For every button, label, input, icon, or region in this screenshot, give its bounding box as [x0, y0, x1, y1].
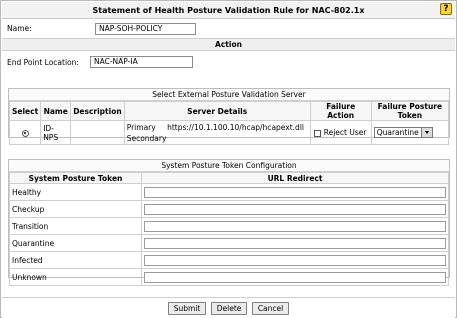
external-server-title: Select External Posture Validation Serve… [9, 89, 449, 101]
url-redirect-input[interactable] [144, 254, 446, 266]
table-row: Transition [9, 217, 449, 235]
posture-rule-window: Statement of Health Posture Validation R… [0, 0, 457, 318]
col-select: Select [8, 101, 42, 121]
table-row: Unknown [9, 268, 449, 286]
token-name: Unknown [9, 268, 142, 286]
table-row: Quarantine [9, 234, 449, 252]
url-redirect-cell [141, 268, 449, 286]
table-row: Healthy [9, 183, 449, 201]
reject-user-checkbox[interactable] [313, 129, 321, 137]
name-label: Name: [7, 24, 32, 33]
submit-button[interactable]: Submit [167, 302, 207, 315]
primary-url: https://10.1.100.10/hcap/hcapext.dll [167, 122, 304, 132]
server-select-radio[interactable] [21, 129, 29, 137]
url-redirect-cell [141, 234, 449, 252]
url-redirect-input[interactable] [144, 186, 446, 198]
window-title: Statement of Health Posture Validation R… [2, 2, 455, 19]
url-redirect-input[interactable] [144, 271, 446, 283]
endpoint-location-input[interactable]: NAC-NAP-IA [90, 56, 193, 68]
failure-action-cell: Reject User [309, 120, 372, 145]
name-input[interactable]: NAP-SOH-POLICY [95, 23, 196, 35]
token-config-section: System Posture Token Configuration Syste… [8, 159, 450, 286]
secondary-label: Secondary [126, 133, 167, 143]
chevron-down-icon [420, 128, 432, 137]
token-name: Checkup [9, 200, 142, 218]
server-name: ID-NPS [40, 120, 72, 145]
footer-bar: Submit Delete Cancel [2, 297, 455, 318]
token-name: Infected [9, 251, 142, 269]
server-details-cell: Primary https://10.1.100.10/hcap/hcapext… [123, 120, 311, 145]
col-system-posture-token: System Posture Token [9, 172, 142, 184]
token-config-table: System Posture Token URL Redirect Health… [9, 172, 449, 286]
col-name: Name [40, 101, 72, 121]
col-server-details: Server Details [123, 101, 311, 121]
url-redirect-input[interactable] [144, 203, 446, 215]
delete-button[interactable]: Delete [210, 302, 248, 315]
col-failure-action: Failure Action [309, 101, 372, 121]
external-server-section: Select External Posture Validation Serve… [8, 88, 450, 145]
primary-label: Primary [126, 122, 156, 132]
action-header: Action [2, 39, 455, 51]
url-redirect-cell [141, 251, 449, 269]
col-url-redirect: URL Redirect [141, 172, 449, 184]
reject-user-label: Reject User [323, 128, 367, 137]
external-server-table: Select Name Description Server Details F… [8, 101, 450, 145]
help-icon[interactable]: ? [440, 3, 452, 15]
failure-token-select[interactable]: Quarantine [373, 127, 433, 138]
token-name: Quarantine [9, 234, 142, 252]
server-description [70, 120, 125, 145]
cancel-button[interactable]: Cancel [251, 302, 290, 315]
table-row: Infected [9, 251, 449, 269]
table-row: ID-NPS Primary https://10.1.100.10/hcap/… [8, 120, 450, 145]
select-cell [8, 120, 42, 145]
failure-token-cell: Quarantine [370, 120, 450, 145]
url-redirect-cell [141, 200, 449, 218]
failure-token-value: Quarantine [376, 128, 419, 137]
token-name: Healthy [9, 183, 142, 201]
col-description: Description [70, 101, 125, 121]
endpoint-location-label: End Point Location: [7, 58, 79, 67]
token-config-title: System Posture Token Configuration [9, 160, 449, 172]
url-redirect-input[interactable] [144, 237, 446, 249]
table-row: Checkup [9, 200, 449, 218]
name-row: Name: NAP-SOH-POLICY [2, 20, 455, 39]
url-redirect-cell [141, 217, 449, 235]
col-failure-posture-token: Failure Posture Token [370, 101, 450, 121]
token-name: Transition [9, 217, 142, 235]
url-redirect-input[interactable] [144, 220, 446, 232]
url-redirect-cell [141, 183, 449, 201]
